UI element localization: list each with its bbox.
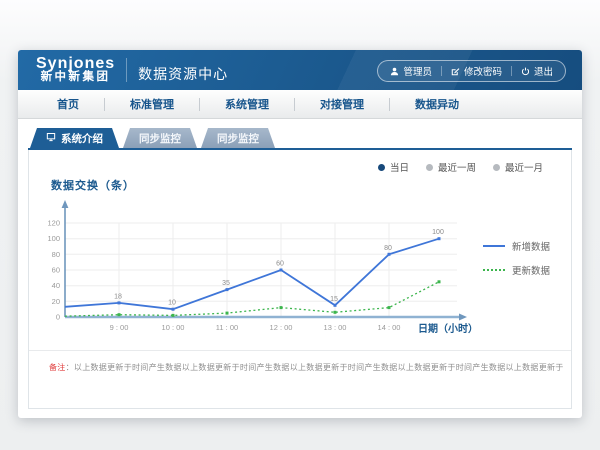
user-icon	[390, 67, 399, 76]
x-tick-label: 9 : 00	[110, 323, 129, 332]
y-tick-label: 0	[56, 313, 60, 322]
legend-line-sample	[483, 245, 505, 247]
data-point	[118, 301, 121, 304]
logo-subtext: 新中新集团	[36, 71, 115, 84]
user-menu: 管理员 修改密码 退出	[377, 60, 566, 82]
nav-item[interactable]: 对接管理	[295, 96, 389, 112]
chart-panel: 当日 最近一周 最近一月 数据交换（条） 0 20 40 60 80 100 120 9 : 00…	[28, 150, 572, 409]
radio-icon	[493, 164, 500, 171]
data-point	[438, 237, 441, 240]
y-tick-label: 80	[52, 250, 60, 259]
data-point	[226, 288, 229, 291]
tabs-row: 系统介绍 同步监控 同步监控	[30, 128, 572, 148]
doc-icon	[46, 132, 56, 145]
edit-icon	[451, 67, 460, 76]
main-nav: 首页标准管理系统管理对接管理数据异动	[18, 90, 582, 119]
y-tick-label: 60	[52, 266, 60, 275]
y-tick-label: 100	[47, 234, 60, 243]
tab[interactable]: 系统介绍	[30, 128, 119, 148]
legend-label: 新增数据	[512, 239, 550, 253]
x-tick-label: 11 : 00	[216, 323, 238, 332]
range-option[interactable]: 当日	[378, 160, 409, 174]
data-point	[172, 308, 175, 311]
brand-divider	[126, 58, 127, 82]
y-tick-label: 40	[52, 281, 60, 290]
content: 系统介绍 同步监控 同步监控 当日 最近一周 最近一月 数据交换（条） 0 20 40 60 8…	[18, 119, 582, 409]
tab-label: 同步监控	[139, 131, 181, 146]
range-option[interactable]: 最近一月	[493, 160, 543, 174]
x-tick-label: 12 : 00	[270, 323, 293, 332]
legend-line-sample	[483, 269, 505, 271]
data-point	[226, 312, 229, 315]
nav-item[interactable]: 标准管理	[105, 96, 199, 112]
range-filter-row: 当日 最近一周 最近一月	[29, 150, 571, 174]
user-menu-label: 修改密码	[464, 64, 502, 78]
data-point-label: 15	[330, 296, 338, 303]
data-point	[280, 306, 283, 309]
radio-selected-icon	[378, 164, 385, 171]
legend-item[interactable]: 新增数据	[483, 239, 550, 253]
brand: Synjones 新中新集团 数据资源中心	[18, 56, 228, 84]
chart-row: 0 20 40 60 80 100 120 9 : 00 10 : 00 11 : 00 12 : …	[29, 195, 571, 345]
data-point-label: 18	[114, 293, 122, 300]
note-label: 备注	[49, 363, 66, 372]
user-menu-item[interactable]: 退出	[512, 64, 562, 78]
data-point-label: 35	[222, 280, 230, 287]
data-point	[280, 269, 283, 272]
nav-item[interactable]: 系统管理	[200, 96, 294, 112]
data-point	[334, 304, 337, 307]
data-point	[388, 253, 391, 256]
note-text: ：以上数据更新于时间产生数据以上数据更新于时间产生数据以上数据更新于时间产生数据…	[66, 363, 564, 372]
company-logo[interactable]: Synjones 新中新集团	[36, 56, 115, 84]
range-option-label: 最近一月	[505, 160, 543, 174]
x-tick-label: 10 : 00	[162, 323, 185, 332]
logo-text: Synjones	[36, 56, 115, 71]
tab-label: 同步监控	[217, 131, 259, 146]
app-header: Synjones 新中新集团 数据资源中心 管理员 修改密码 退出	[18, 50, 582, 90]
data-point-label: 10	[168, 300, 176, 307]
range-option-label: 当日	[390, 160, 409, 174]
nav-item[interactable]: 首页	[32, 96, 104, 112]
power-icon	[521, 67, 530, 76]
tab[interactable]: 同步监控	[123, 128, 197, 148]
range-option[interactable]: 最近一周	[426, 160, 476, 174]
x-axis-title: 日期（小时）	[418, 322, 478, 335]
radio-icon	[426, 164, 433, 171]
legend-item[interactable]: 更新数据	[483, 263, 550, 277]
tab-label: 系统介绍	[61, 131, 103, 146]
data-point	[388, 306, 391, 309]
data-point	[172, 314, 175, 317]
y-tick-label: 20	[52, 297, 60, 306]
chart-legend: 新增数据更新数据	[483, 239, 550, 277]
y-axis-title: 数据交换（条）	[51, 177, 571, 193]
range-option-label: 最近一周	[438, 160, 476, 174]
y-tick-label: 120	[47, 219, 60, 228]
data-point-label: 80	[384, 245, 392, 252]
data-point	[334, 311, 337, 314]
user-menu-item[interactable]: 修改密码	[442, 64, 511, 78]
note-row: 备注：以上数据更新于时间产生数据以上数据更新于时间产生数据以上数据更新于时间产生…	[29, 350, 571, 373]
line-chart: 0 20 40 60 80 100 120 9 : 00 10 : 00 11 : 00 12 : …	[29, 195, 481, 345]
app-title: 数据资源中心	[138, 64, 228, 84]
user-menu-item[interactable]: 管理员	[381, 64, 441, 78]
user-menu-label: 退出	[534, 64, 553, 78]
nav-item[interactable]: 数据异动	[390, 96, 484, 112]
data-point	[118, 313, 121, 316]
x-tick-label: 14 : 00	[378, 323, 401, 332]
user-menu-label: 管理员	[403, 64, 432, 78]
data-point-label: 100	[432, 229, 444, 236]
data-point	[438, 280, 441, 283]
tab[interactable]: 同步监控	[201, 128, 275, 148]
data-point-label: 60	[276, 261, 284, 268]
app-window: Synjones 新中新集团 数据资源中心 管理员修改密码退出 首页标准管理系统…	[18, 50, 582, 418]
legend-label: 更新数据	[512, 263, 550, 277]
x-tick-label: 13 : 00	[324, 323, 347, 332]
